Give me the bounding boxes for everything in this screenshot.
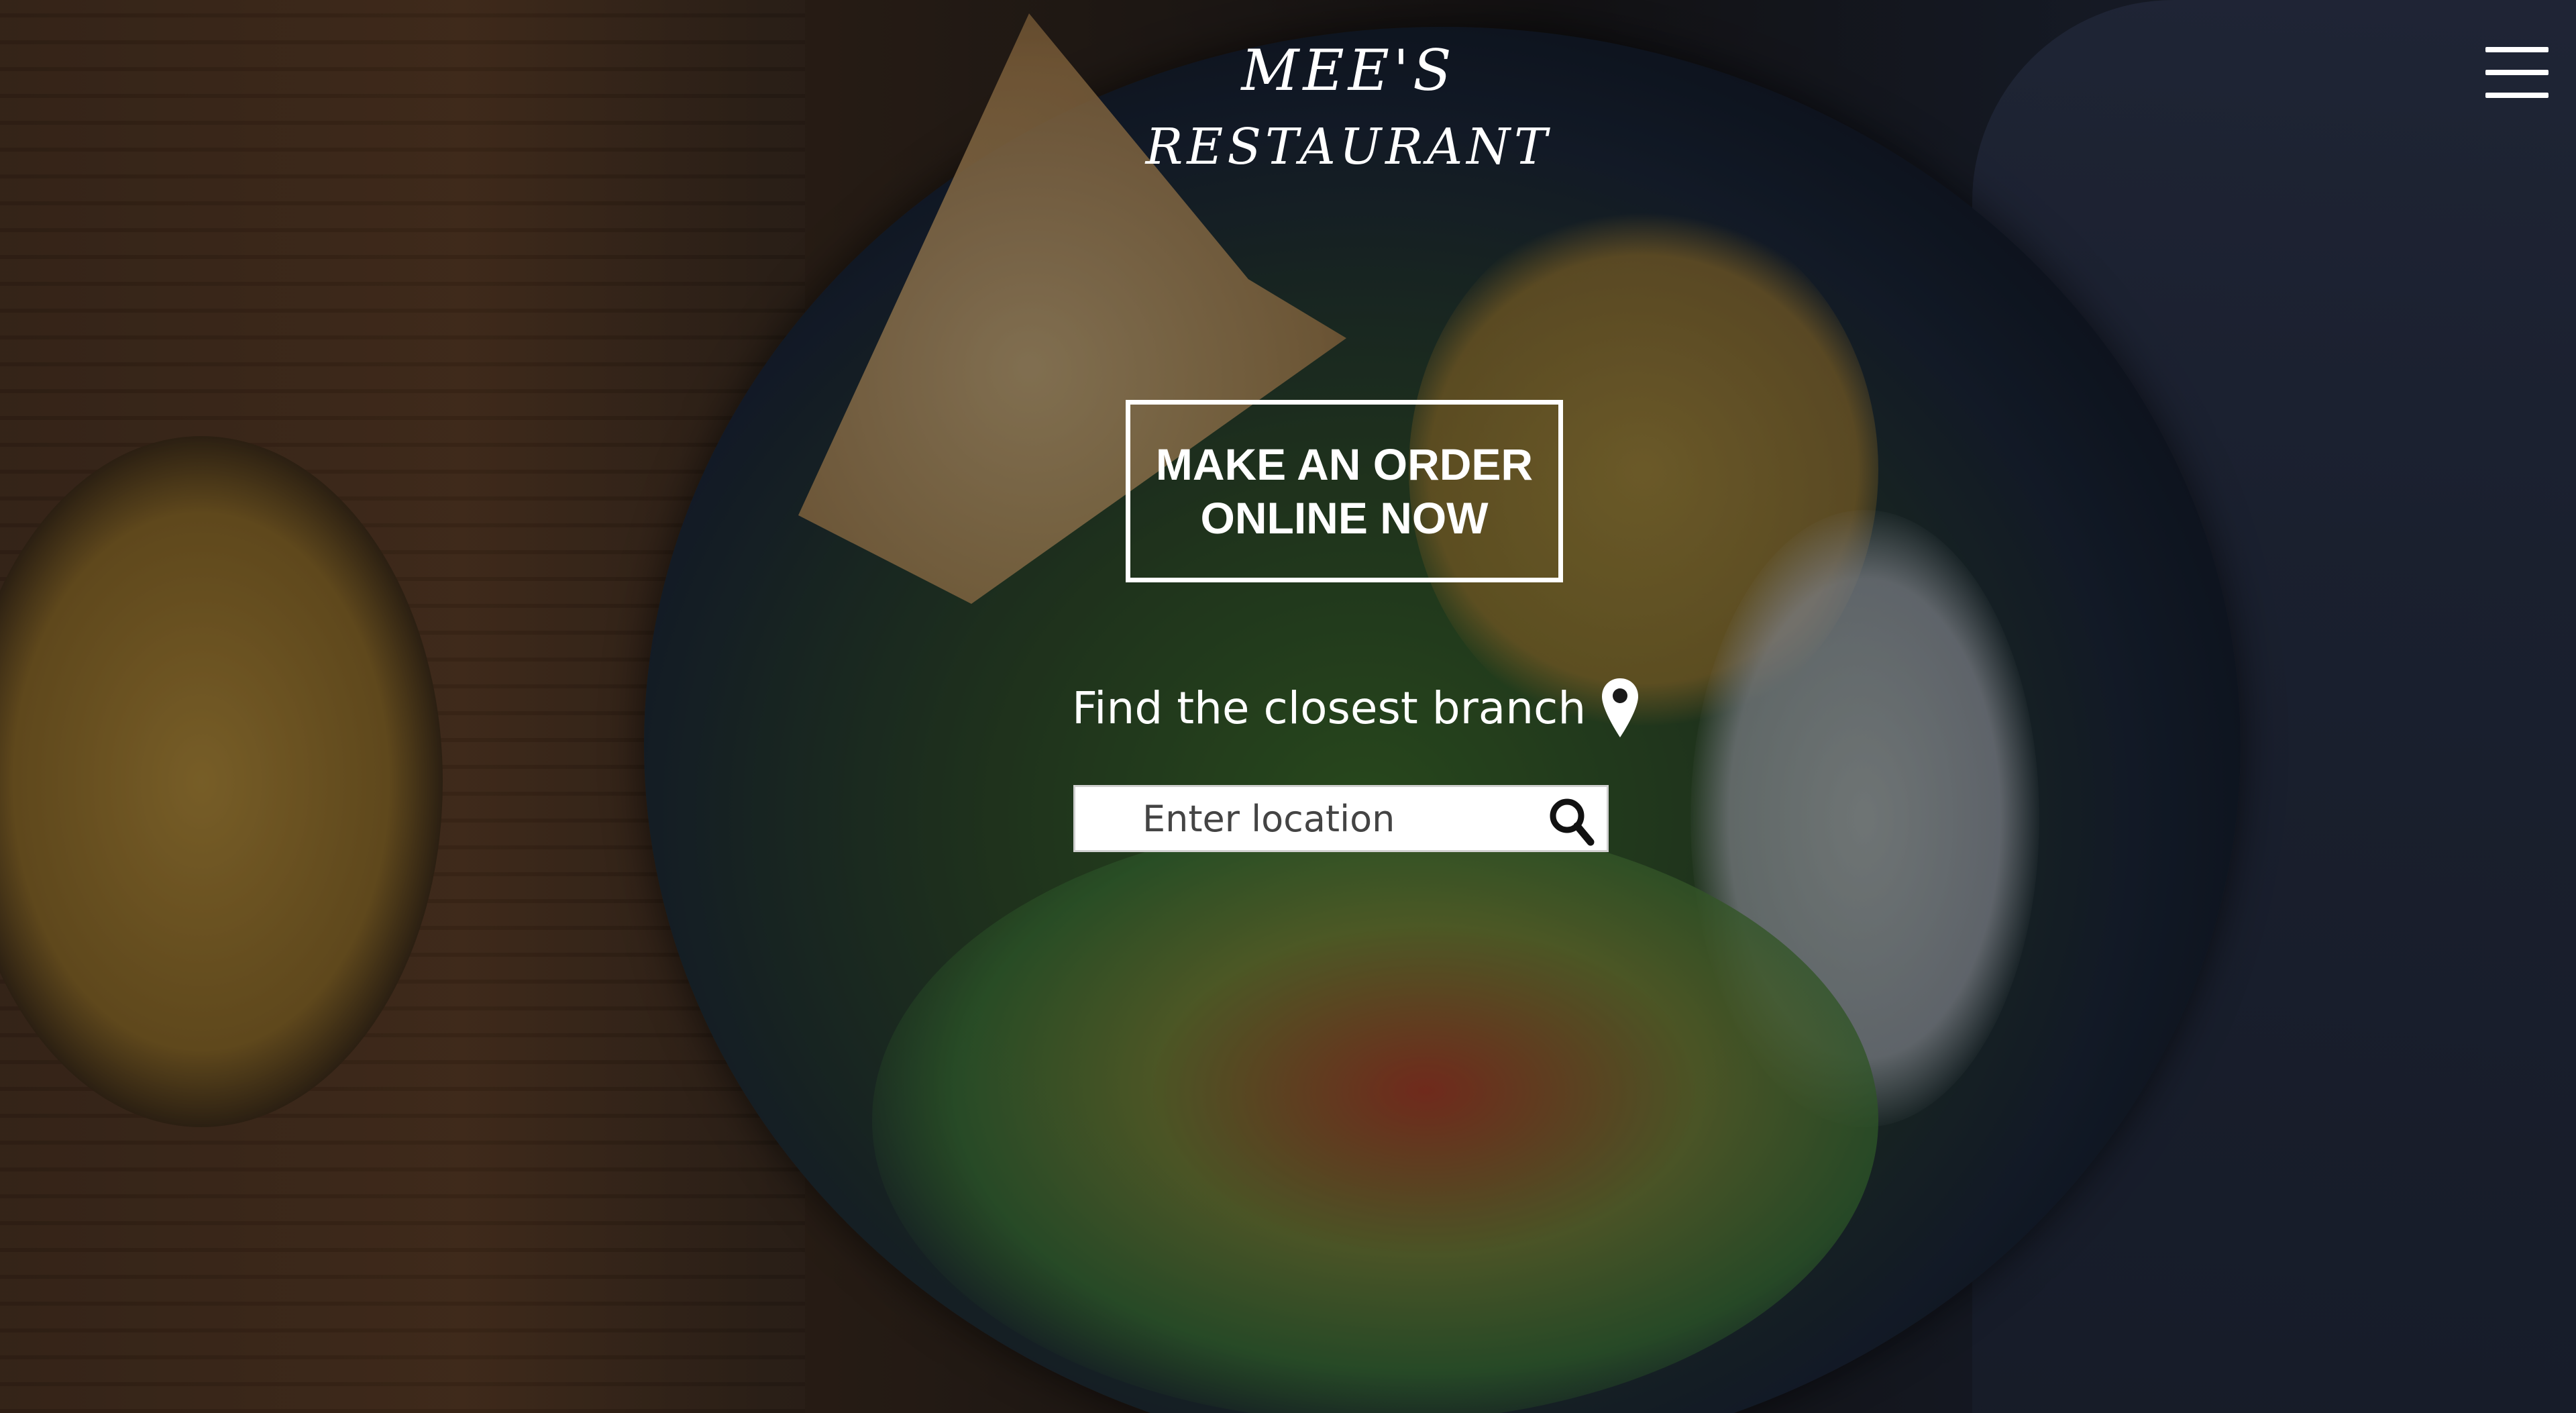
location-pin-icon [1602,678,1639,737]
logo-line-2: RESTAURANT [1145,118,1552,176]
order-button-line-1: MAKE AN ORDER [1155,439,1534,489]
location-search-bar [1073,785,1609,852]
logo-line-1: MEE'S [1241,38,1456,103]
menu-bar-top [2485,47,2548,52]
find-branch-label: Find the closest branch [1072,682,1587,734]
order-online-button[interactable]: MAKE AN ORDER ONLINE NOW [1126,400,1563,582]
hamburger-menu-icon[interactable] [2485,47,2548,98]
search-icon[interactable] [1545,794,1599,847]
menu-bar-middle [2485,70,2548,75]
location-input[interactable] [1141,788,1573,849]
order-button-line-2: ONLINE NOW [1200,493,1489,543]
find-branch-heading: Find the closest branch [1072,671,1641,745]
menu-bar-bottom [2485,93,2548,98]
restaurant-logo[interactable]: MEE'S RESTAURANT [1140,34,1556,184]
